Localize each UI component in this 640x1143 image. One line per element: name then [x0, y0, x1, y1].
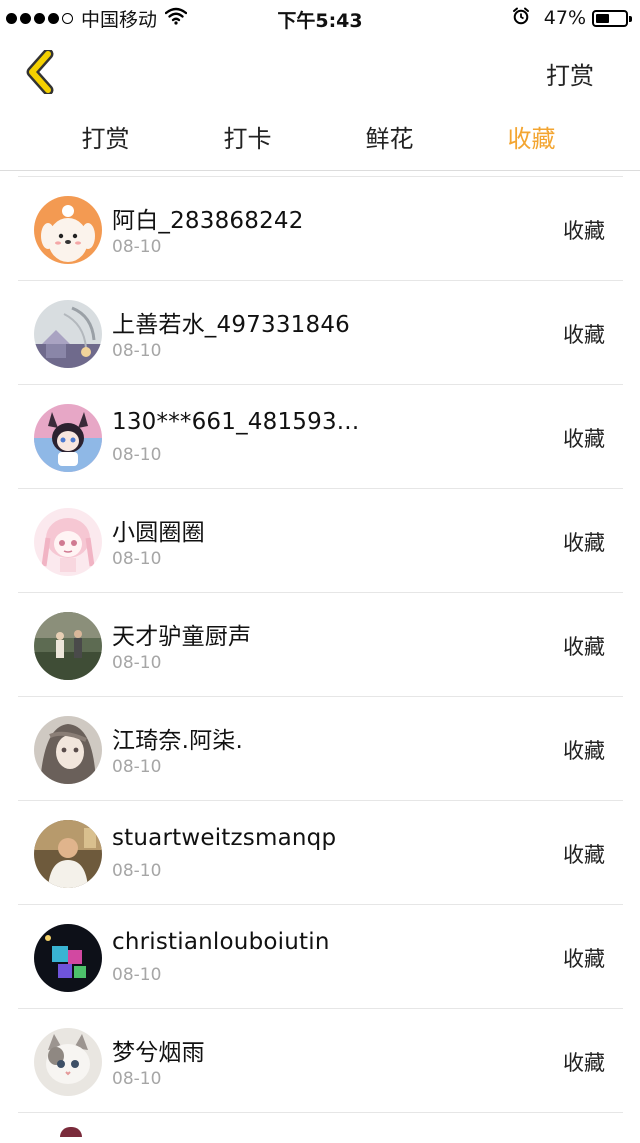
avatar[interactable] — [34, 508, 102, 576]
back-button[interactable] — [22, 48, 66, 96]
status-bar: 中国移动 下午5:43 47% — [0, 0, 640, 36]
user-name: 130***661_481593... — [112, 409, 360, 435]
list-item[interactable]: christianlouboiutin 08-10 收藏 — [18, 905, 623, 1009]
user-list: 阿白_283868242 08-10 收藏 上善若水_497331846 08-… — [18, 176, 623, 1143]
user-name: 江琦奈.阿柒. — [112, 728, 244, 754]
list-item[interactable]: 小圆圈圈 08-10 收藏 — [18, 489, 623, 593]
avatar[interactable] — [34, 924, 102, 992]
item-date: 08-10 — [112, 861, 162, 881]
user-name: 梦兮烟雨 — [112, 1040, 205, 1066]
avatar[interactable] — [34, 300, 102, 368]
signal-strength-icon — [6, 12, 73, 24]
alarm-clock-icon — [512, 7, 530, 29]
item-date: 08-10 — [112, 757, 162, 777]
favorite-label: 收藏 — [563, 635, 605, 659]
item-date: 08-10 — [112, 341, 162, 361]
nav-bar: 打赏 — [0, 36, 640, 108]
favorite-label: 收藏 — [563, 843, 605, 867]
item-date: 08-10 — [112, 965, 162, 985]
avatar[interactable] — [34, 196, 102, 264]
user-name: christianlouboiutin — [112, 929, 330, 955]
user-name: stuartweitzsmanqp — [112, 825, 337, 851]
list-item[interactable]: 上善若水_497331846 08-10 收藏 — [18, 281, 623, 385]
tab-flowers[interactable]: 鲜花 — [318, 108, 461, 170]
avatar[interactable] — [34, 1028, 102, 1096]
favorite-label: 收藏 — [563, 531, 605, 555]
wifi-icon — [164, 7, 188, 29]
avatar[interactable] — [34, 612, 102, 680]
favorite-label: 收藏 — [563, 739, 605, 763]
user-name: 阿白_283868242 — [112, 208, 304, 234]
user-name: 小圆圈圈 — [112, 520, 205, 546]
item-date: 08-10 — [112, 237, 162, 257]
list-item[interactable]: 梦兮烟雨 08-10 收藏 — [18, 1009, 623, 1113]
user-name: 上善若水_497331846 — [112, 312, 350, 338]
reward-button[interactable]: 打赏 — [546, 56, 594, 91]
avatar[interactable] — [34, 820, 102, 888]
tab-bar: 打赏 打卡 鲜花 收藏 — [0, 108, 640, 170]
list-item[interactable]: 阿白_283868242 08-10 收藏 — [18, 177, 623, 281]
list-item[interactable]: 江琦奈.阿柒. 08-10 收藏 — [18, 697, 623, 801]
avatar[interactable] — [34, 404, 102, 472]
battery-icon — [592, 9, 632, 27]
chevron-left-icon — [26, 48, 54, 96]
status-left: 中国移动 — [6, 6, 188, 31]
favorite-label: 收藏 — [563, 219, 605, 243]
list-item[interactable]: stuartweitzsmanqp 08-10 收藏 — [18, 801, 623, 905]
tab-favorites[interactable]: 收藏 — [460, 108, 603, 170]
tab-divider — [0, 170, 640, 171]
item-date: 08-10 — [112, 549, 162, 569]
list-item[interactable]: 天才驴童厨声 08-10 收藏 — [18, 593, 623, 697]
item-date: 08-10 — [112, 653, 162, 673]
item-date: 08-10 — [112, 445, 162, 465]
favorite-label: 收藏 — [563, 947, 605, 971]
favorite-label: 收藏 — [563, 427, 605, 451]
list-item[interactable]: 130***661_481593... 08-10 收藏 — [18, 385, 623, 489]
status-right: 47% — [512, 6, 632, 30]
user-name: 天才驴童厨声 — [112, 624, 252, 650]
favorite-label: 收藏 — [563, 1051, 605, 1075]
tab-reward[interactable]: 打赏 — [34, 108, 177, 170]
battery-percent: 47% — [543, 7, 586, 29]
avatar[interactable] — [34, 716, 102, 784]
favorite-label: 收藏 — [563, 323, 605, 347]
carrier-name: 中国移动 — [81, 8, 158, 31]
tab-checkin[interactable]: 打卡 — [176, 108, 319, 170]
item-date: 08-10 — [112, 1069, 162, 1089]
avatar — [60, 1127, 82, 1137]
